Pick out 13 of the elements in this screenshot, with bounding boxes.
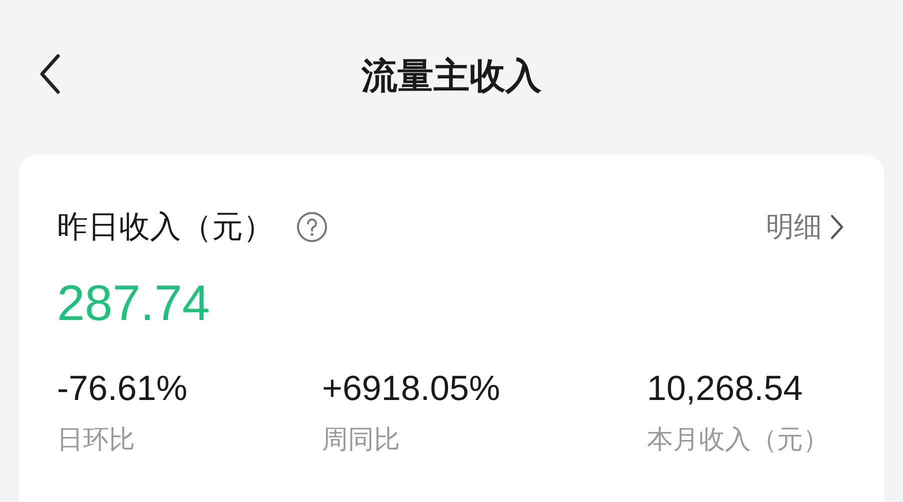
stat-value: +6918.05% xyxy=(322,368,502,410)
detail-link[interactable]: 明细 xyxy=(766,208,844,246)
stat-label: 本月收入（元） xyxy=(647,423,829,456)
chevron-icon xyxy=(830,214,844,240)
stat-label: 周同比 xyxy=(322,423,401,456)
stat-label: 日环比 xyxy=(57,423,136,456)
income-amount: 287.74 xyxy=(57,274,211,333)
card-title: 昨日收入（元） xyxy=(57,208,274,246)
page-title: 流量主收入 xyxy=(362,54,542,98)
back-icon[interactable] xyxy=(38,54,62,94)
stat-value: -76.61% xyxy=(57,368,188,410)
help-icon[interactable] xyxy=(296,211,328,243)
stat-value: 10,268.54 xyxy=(647,368,804,410)
